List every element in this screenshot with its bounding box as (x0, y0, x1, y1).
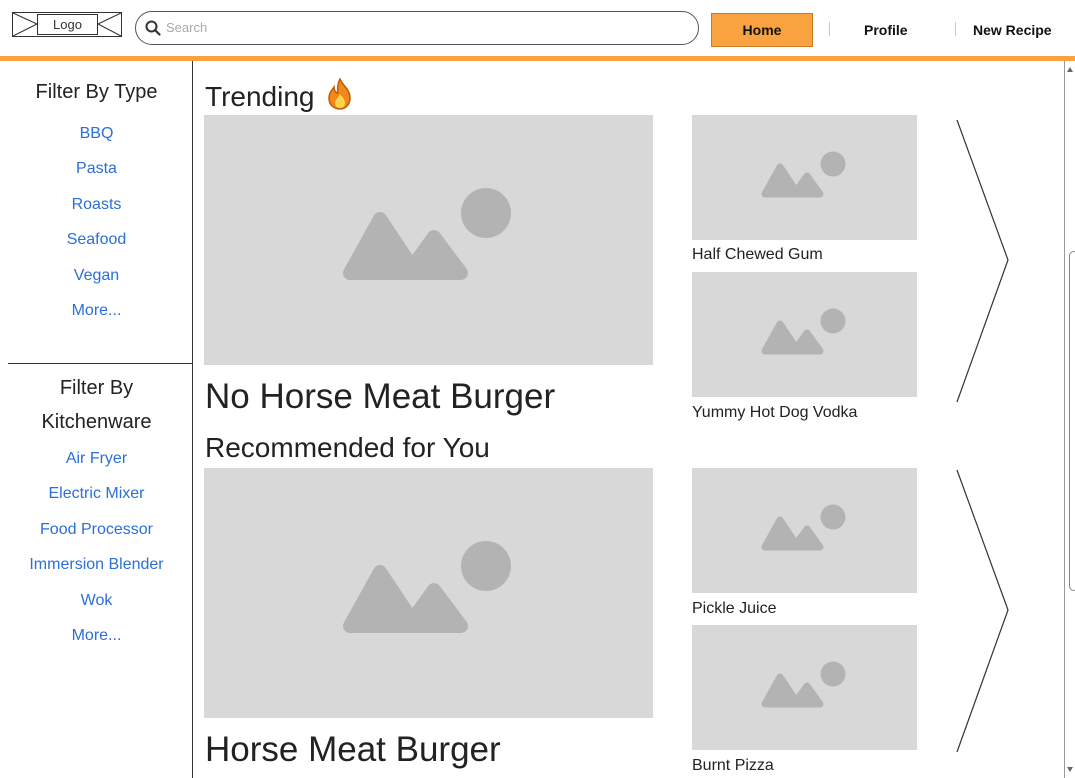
recommended-item-image[interactable] (692, 625, 917, 750)
nav-profile-link[interactable]: Profile (864, 22, 908, 38)
filter-by-type-title: Filter By Type (35, 81, 158, 103)
trending-featured-image[interactable] (204, 115, 653, 365)
nav-new-recipe-link[interactable]: New Recipe (973, 22, 1052, 38)
filter-kitchen-food-processor[interactable]: Food Processor (0, 521, 193, 539)
image-placeholder-icon (761, 151, 846, 198)
image-placeholder-icon (761, 661, 846, 708)
nav-home-button[interactable]: Home (711, 13, 813, 47)
search-input[interactable] (166, 17, 666, 37)
filter-kitchen-more[interactable]: More... (0, 627, 193, 645)
chevron-right-icon[interactable] (955, 468, 1011, 756)
nav-separator (955, 22, 956, 36)
recommended-featured-title[interactable]: Horse Meat Burger (205, 730, 501, 770)
trending-title: Trending (205, 81, 315, 112)
filter-type-vegan[interactable]: Vegan (0, 267, 193, 285)
image-placeholder-icon (761, 504, 846, 551)
logo-label: Logo (37, 14, 98, 35)
image-placeholder-icon (343, 188, 511, 280)
filter-type-more[interactable]: More... (0, 302, 193, 320)
recommended-item-image[interactable] (692, 468, 917, 593)
scroll-down-icon[interactable] (1065, 765, 1075, 775)
trending-item-title[interactable]: Yummy Hot Dog Vodka (692, 404, 857, 422)
trending-featured-title[interactable]: No Horse Meat Burger (205, 377, 555, 417)
trending-heading: Trending (205, 77, 354, 113)
filter-type-pasta[interactable]: Pasta (0, 160, 193, 178)
nav-separator (829, 22, 830, 36)
scroll-up-icon[interactable] (1065, 64, 1075, 74)
sidebar-divider (8, 363, 193, 364)
filter-type-seafood[interactable]: Seafood (0, 231, 193, 249)
trending-item-title[interactable]: Half Chewed Gum (692, 246, 823, 264)
filter-by-kitchenware-title-line1: Filter By (59, 377, 134, 399)
trending-item-image[interactable] (692, 272, 917, 397)
filter-kitchen-electric-mixer[interactable]: Electric Mixer (0, 485, 193, 503)
recommended-item-title[interactable]: Pickle Juice (692, 600, 776, 618)
logo[interactable]: Logo (12, 12, 122, 37)
filter-type-bbq[interactable]: BBQ (0, 125, 193, 143)
fire-icon (328, 77, 352, 110)
filter-kitchen-immersion-blender[interactable]: Immersion Blender (0, 556, 193, 574)
recommended-item-title[interactable]: Burnt Pizza (692, 757, 774, 775)
search-bar[interactable] (135, 11, 699, 45)
vertical-scrollbar[interactable] (1064, 61, 1075, 778)
recommended-heading: Recommended for You (205, 432, 490, 463)
filter-kitchen-wok[interactable]: Wok (0, 592, 193, 610)
search-icon (145, 20, 161, 36)
filter-kitchen-air-fryer[interactable]: Air Fryer (0, 450, 193, 468)
image-placeholder-icon (343, 541, 511, 633)
filter-sidebar: Filter By Type BBQ Pasta Roasts Seafood … (0, 61, 193, 778)
filter-by-kitchenware-title-line2: Kitchenware (41, 411, 152, 433)
chevron-right-icon[interactable] (955, 118, 1011, 406)
top-navigation-bar: Logo Home Profile New Recipe (0, 0, 1075, 56)
scrollbar-thumb[interactable] (1069, 251, 1075, 591)
filter-type-roasts[interactable]: Roasts (0, 196, 193, 214)
recommended-featured-image[interactable] (204, 468, 653, 718)
trending-item-image[interactable] (692, 115, 917, 240)
image-placeholder-icon (761, 308, 846, 355)
